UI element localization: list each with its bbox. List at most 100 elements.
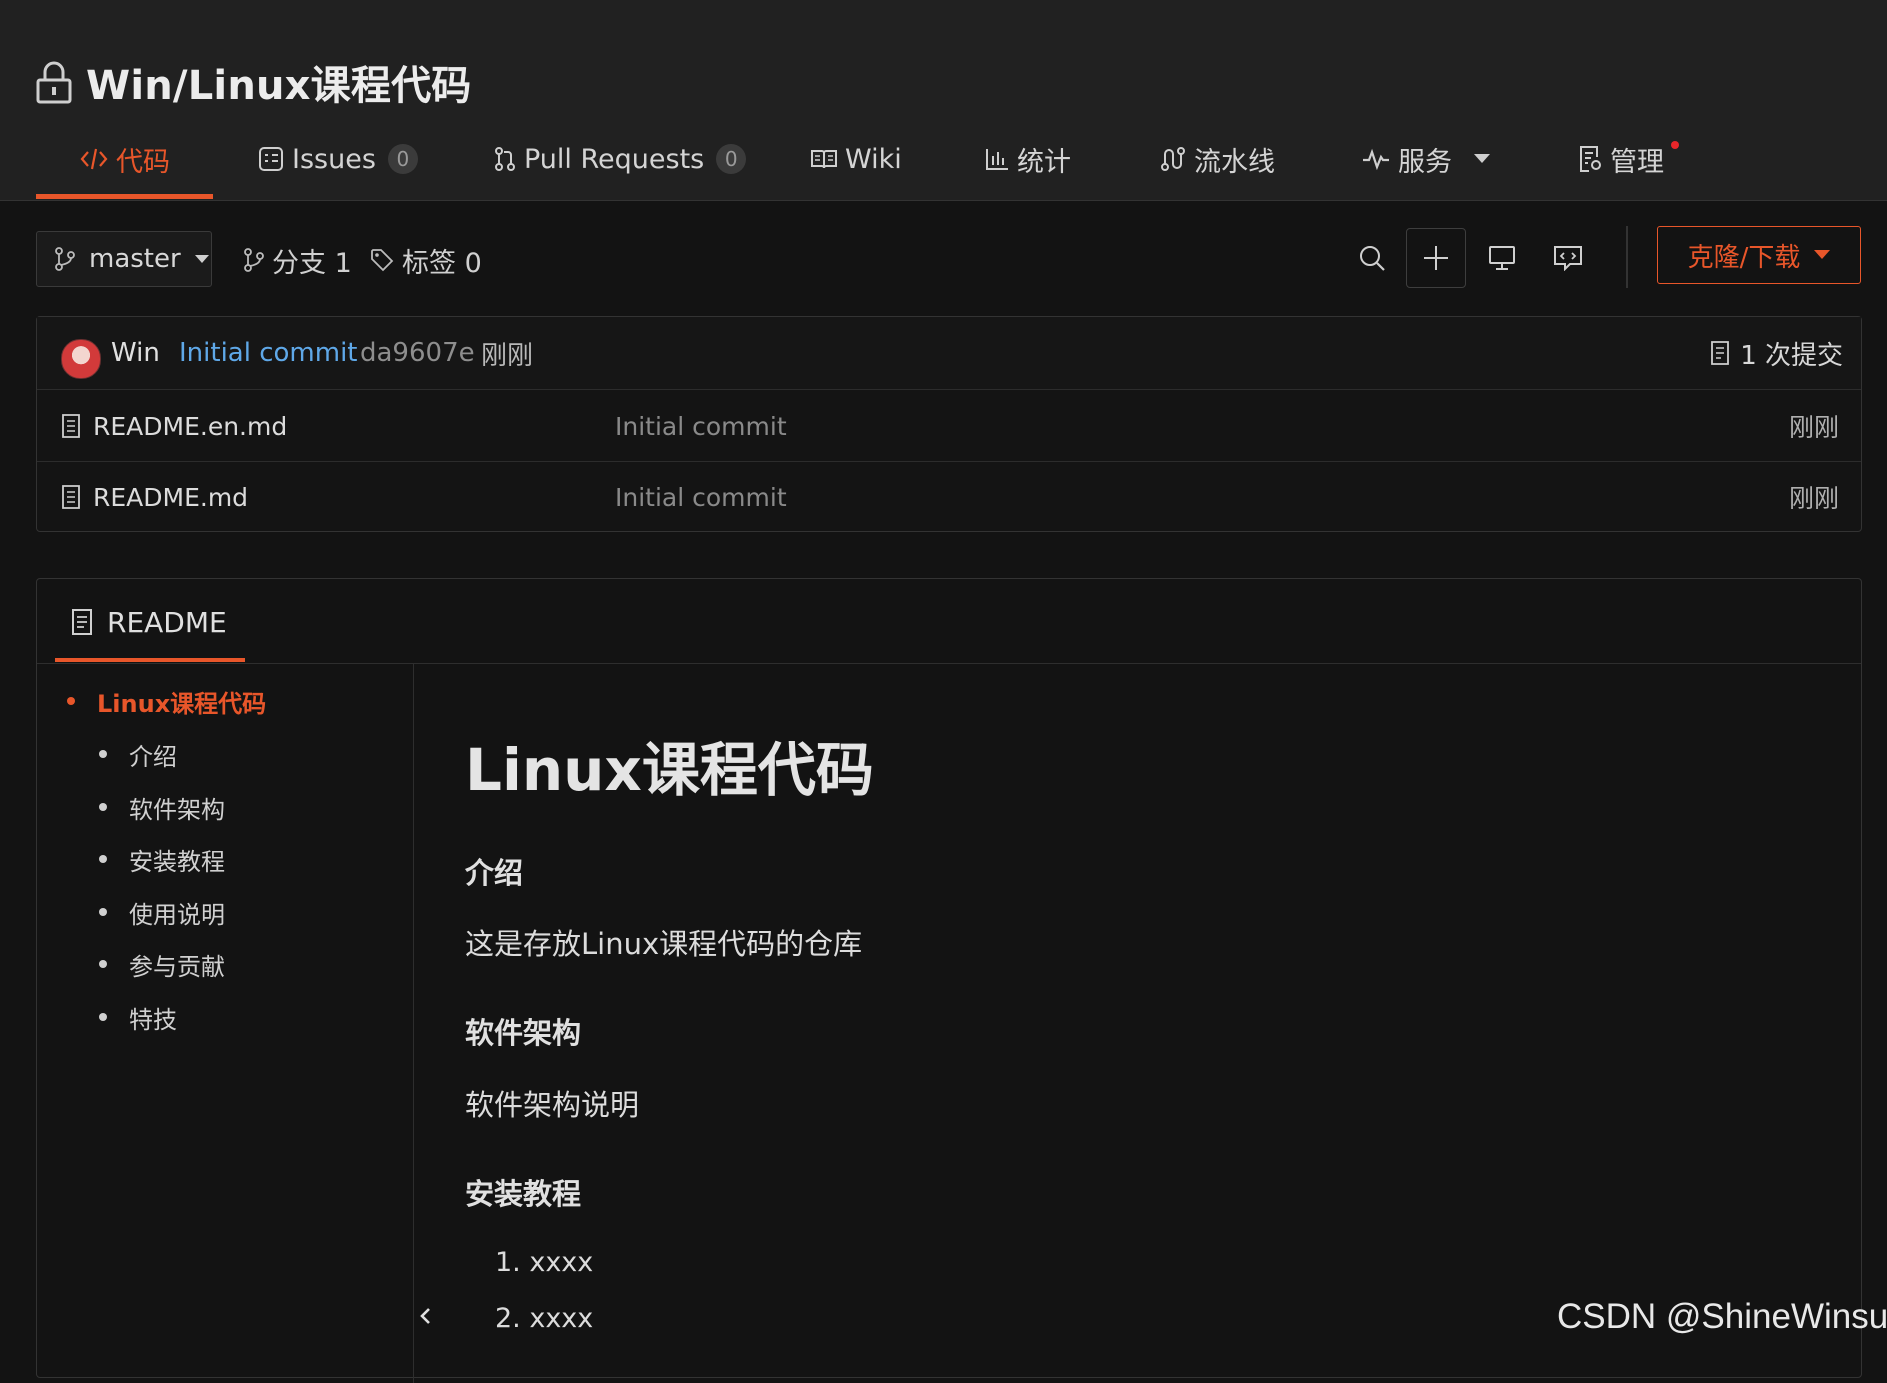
architecture-text: 软件架构说明 xyxy=(465,1088,640,1122)
toc-bullet xyxy=(99,908,107,916)
toc-collapse-button[interactable] xyxy=(415,1301,435,1331)
branch-icon xyxy=(55,247,75,271)
tab-label: 代码 xyxy=(116,146,170,178)
web-ide-button[interactable] xyxy=(1472,228,1532,288)
toc-label: 参与贡献 xyxy=(129,952,225,981)
search-icon xyxy=(1358,244,1386,272)
tab-service[interactable]: 服务 xyxy=(1362,136,1490,182)
toc-label: 介绍 xyxy=(129,742,177,771)
chevron-down-icon xyxy=(1814,250,1831,260)
readme-tab[interactable]: README xyxy=(71,597,227,647)
avatar[interactable] xyxy=(61,339,101,379)
issues-count-badge: 0 xyxy=(387,144,418,174)
toc-bullet xyxy=(99,803,107,811)
toc-item[interactable]: 参与贡献 xyxy=(99,944,225,984)
tab-label: 统计 xyxy=(1017,146,1071,178)
commit-message-link[interactable]: Initial commit xyxy=(179,333,357,373)
file-name-cell[interactable]: README.en.md xyxy=(61,404,287,448)
file-commit-message[interactable]: Initial commit xyxy=(615,404,787,448)
tab-pipeline[interactable]: 流水线 xyxy=(1160,136,1275,182)
repo-name[interactable]: Win/Linux课程代码 xyxy=(86,53,471,111)
intro-heading: 介绍 xyxy=(465,856,524,890)
file-icon xyxy=(61,413,81,439)
tag-icon xyxy=(370,248,394,272)
toc-label: 使用说明 xyxy=(129,900,225,929)
toc-label: Linux课程代码 xyxy=(97,689,267,718)
toc-item[interactable]: 使用说明 xyxy=(99,892,225,932)
lock-icon xyxy=(36,60,72,104)
readme-tab-indicator xyxy=(55,658,245,662)
tab-manage[interactable]: 管理 xyxy=(1578,136,1664,182)
tab-code[interactable]: 代码 xyxy=(80,136,170,182)
commit-count-link[interactable]: 1 次提交 xyxy=(1710,333,1843,373)
install-heading: 安装教程 xyxy=(465,1177,582,1211)
plus-icon xyxy=(1422,244,1450,272)
tab-label: Pull Requests xyxy=(524,143,705,175)
file-commit-message[interactable]: Initial commit xyxy=(615,475,787,519)
toc-bullet xyxy=(99,1013,107,1021)
tab-pull-requests[interactable]: Pull Requests 0 xyxy=(494,136,747,182)
branch-select[interactable]: master xyxy=(36,231,212,287)
tab-issues[interactable]: Issues 0 xyxy=(258,136,418,182)
clone-download-button[interactable]: 克隆/下载 xyxy=(1657,226,1861,284)
file-name[interactable]: README.md xyxy=(93,483,248,512)
file-row[interactable]: README.en.md Initial commit 刚刚 xyxy=(37,390,1861,462)
chevron-down-icon xyxy=(194,254,209,264)
monitor-icon xyxy=(1488,245,1516,271)
pull-request-icon xyxy=(494,146,516,172)
commit-count-label: 1 次提交 xyxy=(1740,340,1843,371)
toc-label: 安装教程 xyxy=(129,847,225,876)
tab-wiki[interactable]: Wiki xyxy=(811,136,902,182)
code-comment-icon xyxy=(1553,245,1583,271)
tags-link[interactable]: 标签 0 xyxy=(370,238,482,282)
toc-item[interactable]: Linux课程代码 xyxy=(67,681,266,721)
file-icon xyxy=(61,484,81,510)
tab-stats[interactable]: 统计 xyxy=(985,136,1071,182)
document-icon xyxy=(71,608,93,636)
commit-hash[interactable]: da9607e xyxy=(360,333,475,373)
readme-toc: Linux课程代码 介绍 软件架构 安装教程 使用说明 参与贡献 特技 xyxy=(37,663,414,1383)
toc-label: 软件架构 xyxy=(129,795,225,824)
toolbar-divider xyxy=(1626,226,1628,288)
commit-time: 刚刚 xyxy=(481,340,534,371)
tab-label: 管理 xyxy=(1610,146,1664,178)
readme-panel: README Linux课程代码 介绍 软件架构 安装教程 使用说明 参与贡献 xyxy=(36,578,1862,1383)
readme-title: Linux课程代码 xyxy=(465,736,874,804)
toc-item[interactable]: 软件架构 xyxy=(99,787,225,827)
add-file-button[interactable] xyxy=(1406,228,1466,288)
toc-item[interactable]: 介绍 xyxy=(99,734,177,774)
active-tab-indicator xyxy=(36,194,213,199)
readme-header: README xyxy=(37,579,1861,664)
toc-label: 特技 xyxy=(129,1005,177,1034)
pipeline-icon xyxy=(1160,146,1186,172)
commit-author[interactable]: Win xyxy=(111,333,160,373)
file-commit-time: 刚刚 xyxy=(1788,484,1839,513)
branches-link[interactable]: 分支 1 xyxy=(244,238,352,282)
repo-title: Win/Linux课程代码 xyxy=(36,52,471,112)
wiki-icon xyxy=(811,148,837,170)
issues-icon xyxy=(258,146,284,172)
clone-label: 克隆/下载 xyxy=(1687,242,1801,273)
code-snippet-button[interactable] xyxy=(1538,228,1598,288)
file-name[interactable]: README.en.md xyxy=(93,412,287,441)
toc-item[interactable]: 特技 xyxy=(99,997,177,1037)
toc-item[interactable]: 安装教程 xyxy=(99,839,225,879)
chevron-left-icon xyxy=(419,1307,431,1325)
service-icon xyxy=(1362,148,1390,170)
architecture-heading: 软件架构 xyxy=(465,1016,582,1050)
search-button[interactable] xyxy=(1342,228,1402,288)
toc-bullet xyxy=(67,697,75,705)
tags-label: 标签 0 xyxy=(402,247,482,279)
latest-commit-row: Win Initial commit da9607e 刚刚 1 次提交 xyxy=(37,317,1861,390)
file-row[interactable]: README.md Initial commit 刚刚 xyxy=(37,461,1861,532)
file-name-cell[interactable]: README.md xyxy=(61,475,248,519)
tab-label: Issues xyxy=(292,143,376,175)
stats-icon xyxy=(985,147,1009,171)
tab-label: 服务 xyxy=(1398,146,1452,178)
file-commit-time: 刚刚 xyxy=(1788,413,1839,442)
tab-label: 流水线 xyxy=(1194,146,1275,178)
branch-icon xyxy=(244,248,264,272)
manage-icon xyxy=(1578,145,1602,173)
toc-bullet xyxy=(99,750,107,758)
branch-name: master xyxy=(89,244,181,274)
